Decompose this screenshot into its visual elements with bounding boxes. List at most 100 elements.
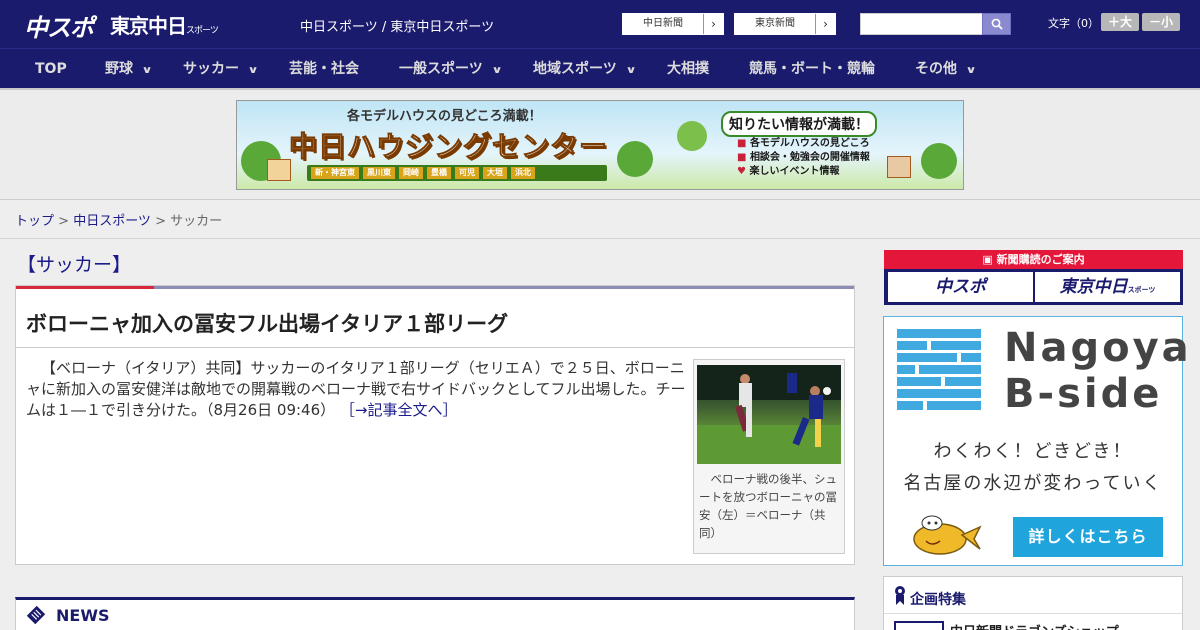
tree-graphic (677, 121, 707, 151)
ad-right-title: 知りたい情報が満載！ (721, 111, 877, 137)
brick (897, 341, 927, 350)
subscribe-tokyo-chunichi-label: 東京中日 (1059, 277, 1128, 297)
nav-label: その他 (915, 61, 957, 77)
nav-item-entertainment[interactable]: 芸能・社会 (289, 49, 359, 89)
nav-label: TOP (35, 61, 67, 77)
ad-right-list: ■ 各モデルハウスの見どころ ■ 相談会・勉強会の開催情報 ♥ 楽しいイベント情… (737, 137, 870, 179)
tree-graphic (617, 141, 653, 177)
chevron-right-icon: › (703, 14, 723, 34)
ad-area: 黒川東 (363, 167, 395, 179)
brick (961, 353, 981, 362)
nav-item-other[interactable]: その他 ∨ (915, 49, 977, 89)
ad-right-item: ■ 各モデルハウスの見どころ (737, 137, 870, 151)
nav-item-sumo[interactable]: 大相撲 (667, 49, 709, 89)
chevron-down-icon: ∨ (965, 65, 977, 76)
nav-item-regional-sports[interactable]: 地域スポーツ ∨ (533, 49, 637, 89)
banner-divider (0, 199, 1200, 200)
news-heading: NEWS (56, 606, 110, 625)
dragons-shop-link[interactable]: 中日新聞ドラゴンズショップ (950, 621, 1119, 630)
ad-right-item: ■ 相談会・勉強会の開催情報 (737, 151, 870, 165)
heart-icon: ♥ (737, 166, 750, 177)
article-divider (16, 347, 854, 348)
housing-center-ad[interactable]: 各モデルハウスの見どころ満載！ 中日ハウジングセンター 新・神宮東 黒川東 岡崎… (236, 100, 964, 190)
font-size-decrease-button[interactable]: －小 (1142, 13, 1180, 31)
house-icon: ■ (737, 138, 750, 149)
tokyo-shimbun-link[interactable]: 東京新聞 › (734, 13, 836, 35)
main-nav: TOP 野球 ∨ サッカー ∨ 芸能・社会 一般スポーツ ∨ 地域スポーツ ∨ 大相撲 … (0, 48, 1200, 89)
subscription-heading[interactable]: ▣ 新聞購読のご案内 (884, 250, 1183, 269)
special-features-heading: 企画特集 (910, 592, 966, 608)
nav-item-racing[interactable]: 競馬・ボート・競輪 (749, 49, 875, 89)
chevron-down-icon: ∨ (625, 65, 637, 76)
brick (897, 389, 981, 398)
nav-item-general-sports[interactable]: 一般スポーツ ∨ (399, 49, 503, 89)
chunichi-shimbun-label: 中日新聞 (643, 18, 683, 29)
nav-label: 芸能・社会 (289, 61, 359, 77)
search-button[interactable] (982, 13, 1011, 35)
breadcrumb-separator: > (150, 214, 171, 229)
news-section: NEWS (15, 597, 855, 630)
dragons-shop-thumbnail[interactable] (894, 621, 944, 630)
subscription-box: ▣ 新聞購読のご案内 中スポ 東京中日スポーツ (884, 250, 1183, 305)
ad-area: 大垣 (483, 167, 507, 179)
brick (927, 401, 981, 410)
chevron-down-icon: ∨ (491, 65, 503, 76)
ad-area: 可児 (455, 167, 479, 179)
tokyo-chunichi-logo-small: スポーツ (186, 26, 219, 36)
article-photo[interactable]: ベローナ戦の後半、シュートを放つボローニャの冨安（左）＝ベローナ（共同） (693, 359, 845, 554)
article-card: ボローニャ加入の冨安フル出場イタリア１部リーグ 【ベローナ（イタリア）共同】サッ… (15, 285, 855, 565)
ad-right-item-text: 各モデルハウスの見どころ (749, 138, 870, 149)
site-header: 中スポ 東京中日スポーツ 中日スポーツ / 東京中日スポーツ 中日新聞 › 東京… (0, 0, 1200, 48)
nav-item-soccer[interactable]: サッカー ∨ (183, 49, 259, 89)
font-size-increase-button[interactable]: ＋大 (1101, 13, 1139, 31)
brick (945, 377, 981, 386)
house-graphic (267, 159, 291, 181)
chuspo-logo[interactable]: 中スポ (24, 8, 94, 43)
brick (897, 365, 915, 374)
soccer-photo-image (697, 365, 841, 464)
search-input[interactable] (860, 13, 983, 35)
bside-text-2: 名古屋の水辺が変わっていく (903, 473, 1163, 494)
breadcrumb-divider (0, 238, 1200, 239)
breadcrumb-current: サッカー (170, 214, 223, 229)
breadcrumb: トップ > 中日スポーツ > サッカー (15, 210, 222, 229)
ad-area: 浜北 (511, 167, 535, 179)
nav-item-top[interactable]: TOP (35, 49, 67, 89)
subscription-heading-text: 新聞購読のご案内 (996, 253, 1085, 266)
chunichi-shimbun-link[interactable]: 中日新聞 › (622, 13, 724, 35)
photo-caption: ベローナ戦の後半、シュートを放つボローニャの冨安（左）＝ベローナ（共同） (699, 472, 837, 540)
bside-text-1: わくわく！どきどき！ (933, 441, 1133, 462)
brick (919, 365, 981, 374)
house-icon: ■ (737, 152, 750, 163)
subscribe-tokyo-chunichi-button[interactable]: 東京中日スポーツ (1035, 272, 1180, 302)
fried-shrimp-mascot-icon (913, 515, 982, 555)
read-full-article-link[interactable]: ［→記事全文へ］ (340, 401, 458, 419)
chevron-down-icon: ∨ (141, 65, 153, 76)
tokyo-chunichi-logo[interactable]: 東京中日スポーツ (110, 10, 219, 39)
search-icon (991, 18, 1003, 30)
nav-label: サッカー (183, 61, 239, 77)
newspaper-icon: ▣ (982, 253, 997, 266)
site-title[interactable]: 中日スポーツ / 東京中日スポーツ (300, 16, 494, 35)
nagoya-bside-ad[interactable]: Nagoya B-side わくわく！どきどき！ 名古屋の水辺が変わっていく 詳し… (883, 316, 1189, 566)
subscribe-chuspo-button[interactable]: 中スポ (888, 272, 1033, 302)
brick (897, 401, 923, 410)
bside-details-button[interactable]: 詳しくはこちら (1013, 517, 1163, 557)
house-graphic (887, 156, 911, 178)
article-title[interactable]: ボローニャ加入の冨安フル出場イタリア１部リーグ (26, 308, 508, 338)
nav-item-baseball[interactable]: 野球 ∨ (105, 49, 153, 89)
brick (897, 329, 981, 338)
breadcrumb-section-link[interactable]: 中日スポーツ (73, 214, 151, 229)
ad-headline: 中日ハウジングセンター (288, 130, 609, 164)
bside-title-line2: B-side (1004, 371, 1163, 417)
category-title: 【サッカー】 (17, 254, 132, 276)
bside-title-line1: Nagoya (1004, 325, 1192, 371)
ad-tagline: 各モデルハウスの見どころ満載！ (347, 109, 542, 124)
nav-label: 地域スポーツ (533, 61, 617, 77)
brick (897, 377, 941, 386)
chevron-right-icon: › (815, 14, 835, 34)
nav-label: 大相撲 (667, 61, 709, 77)
breadcrumb-top-link[interactable]: トップ (15, 214, 54, 229)
ad-area: 豊橋 (427, 167, 451, 179)
ad-right-item-text: 楽しいイベント情報 (749, 166, 840, 177)
